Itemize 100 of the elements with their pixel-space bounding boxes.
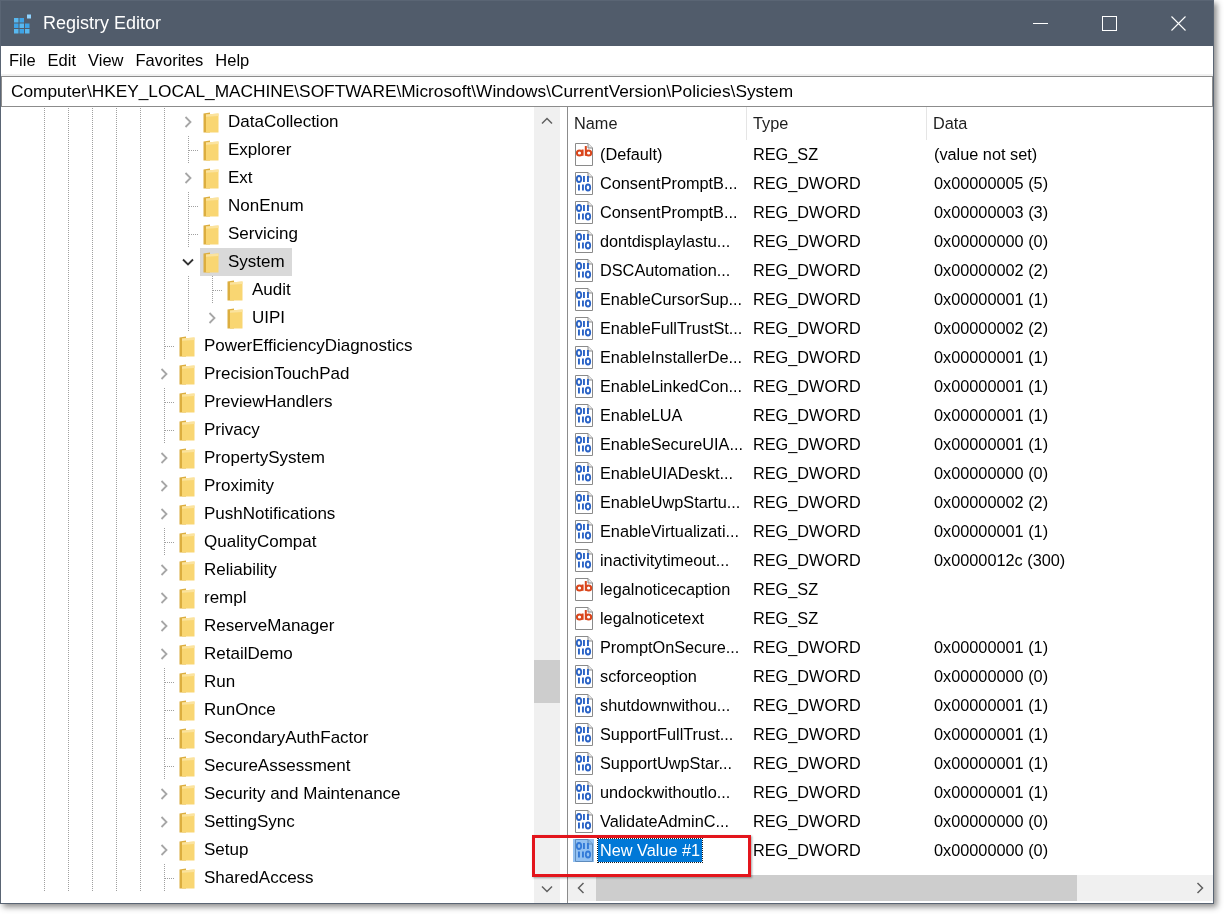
value-name[interactable]: SupportUwpStar... [598, 752, 735, 775]
tree-item[interactable]: Explorer [200, 136, 299, 164]
chevron-right-icon[interactable] [158, 620, 170, 632]
tree-item[interactable]: ReserveManager [176, 612, 342, 640]
tree-item[interactable]: QualityCompat [176, 528, 324, 556]
menu-item[interactable]: Edit [41, 48, 83, 72]
scrollbar-thumb[interactable] [596, 875, 1077, 901]
chevron-up-icon[interactable] [541, 115, 553, 127]
chevron-right-icon[interactable] [158, 648, 170, 660]
chevron-right-icon[interactable] [158, 816, 170, 828]
value-name[interactable]: SupportFullTrust... [598, 723, 736, 746]
value-name[interactable]: PromptOnSecure... [598, 636, 742, 659]
chevron-right-icon[interactable] [1194, 882, 1206, 894]
vertical-scrollbar[interactable] [534, 107, 560, 903]
value-name[interactable]: inactivitytimeout... [598, 549, 732, 572]
value-name[interactable]: EnableInstallerDe... [598, 346, 745, 369]
close-icon [1171, 16, 1186, 31]
value-name[interactable]: EnableCursorSup... [598, 288, 745, 311]
chevron-right-icon[interactable] [182, 116, 194, 128]
value-data: 0x00000001 (1) [934, 435, 1049, 454]
tree-item[interactable]: PowerEfficiencyDiagnostics [176, 332, 420, 360]
value-name[interactable]: (Default) [598, 143, 665, 166]
value-name[interactable]: EnableUIADeskt... [598, 462, 736, 485]
address-field[interactable]: Computer\HKEY_LOCAL_MACHINE\SOFTWARE\Microsoft\Windows\CurrentVersion\Policies\System [1, 76, 1213, 107]
chevron-right-icon[interactable] [158, 788, 170, 800]
tree-item[interactable]: Audit [224, 276, 298, 304]
binary-value-icon [572, 403, 595, 428]
tree-item[interactable]: Reliability [176, 556, 284, 584]
tree-item[interactable]: Setup [176, 836, 256, 864]
chevron-right-icon[interactable] [158, 452, 170, 464]
tree-item[interactable]: SecondaryAuthFactor [176, 724, 376, 752]
horizontal-scrollbar[interactable] [568, 875, 1213, 901]
tree-item[interactable]: PrecisionTouchPad [176, 360, 357, 388]
chevron-right-icon[interactable] [182, 172, 194, 184]
chevron-left-icon[interactable] [575, 882, 587, 894]
chevron-right-icon[interactable] [158, 592, 170, 604]
chevron-down-icon[interactable] [182, 256, 194, 268]
value-name[interactable]: legalnoticetext [598, 607, 707, 630]
tree-item[interactable]: System [200, 248, 292, 276]
folder-icon [203, 139, 219, 161]
value-name[interactable]: EnableUwpStartu... [598, 491, 743, 514]
value-type: REG_DWORD [753, 174, 861, 193]
tree-item[interactable]: PushNotifications [176, 500, 343, 528]
chevron-right-icon[interactable] [158, 844, 170, 856]
tree-item[interactable]: UIPI [224, 304, 293, 332]
tree-item[interactable]: SettingSync [176, 808, 302, 836]
value-name[interactable]: undockwithoutlo... [598, 781, 733, 804]
binary-value-icon [572, 809, 595, 834]
value-name[interactable]: ConsentPromptB... [598, 201, 740, 224]
value-type: REG_DWORD [753, 667, 861, 686]
tree-item[interactable]: Security and Maintenance [176, 780, 408, 808]
value-data: 0x00000001 (1) [934, 638, 1049, 657]
menu-item[interactable]: Help [209, 48, 256, 72]
value-name[interactable]: shutdownwithou... [598, 694, 733, 717]
tree-item[interactable]: NonEnum [200, 192, 311, 220]
value-name[interactable]: EnableLinkedCon... [598, 375, 745, 398]
tree-item[interactable]: DataCollection [200, 108, 346, 136]
string-value-icon [572, 142, 595, 167]
column-header[interactable]: Name [568, 107, 747, 140]
value-data: 0x00000000 (0) [934, 841, 1049, 860]
scrollbar-thumb[interactable] [534, 660, 560, 703]
chevron-right-icon[interactable] [158, 480, 170, 492]
column-header[interactable]: Data [927, 107, 1213, 140]
tree-item[interactable]: RetailDemo [176, 640, 300, 668]
menu-item[interactable]: File [3, 48, 42, 72]
folder-icon [179, 643, 195, 665]
value-name[interactable]: ConsentPromptB... [598, 172, 740, 195]
value-name[interactable]: EnableLUA [598, 404, 685, 427]
chevron-right-icon[interactable] [158, 368, 170, 380]
tree-item[interactable]: Servicing [200, 220, 305, 248]
binary-value-icon [572, 548, 595, 573]
value-name[interactable]: ValidateAdminC... [598, 810, 732, 833]
chevron-right-icon[interactable] [158, 564, 170, 576]
value-name[interactable]: DSCAutomation... [598, 259, 733, 282]
binary-value-icon [572, 229, 595, 254]
tree-item[interactable]: PropertySystem [176, 444, 332, 472]
chevron-right-icon[interactable] [158, 508, 170, 520]
value-name[interactable]: scforceoption [598, 665, 699, 688]
tree-item[interactable]: SecureAssessment [176, 752, 358, 780]
tree-item[interactable]: Run [176, 668, 243, 696]
value-name[interactable]: dontdisplaylastu... [598, 230, 733, 253]
column-header[interactable]: Type [747, 107, 927, 140]
tree-item[interactable]: RunOnce [176, 696, 283, 724]
value-name[interactable]: EnableFullTrustSt... [598, 317, 745, 340]
chevron-right-icon[interactable] [206, 312, 218, 324]
value-type: REG_DWORD [753, 841, 861, 860]
value-name[interactable]: legalnoticecaption [598, 578, 733, 601]
tree-item[interactable]: Proximity [176, 472, 281, 500]
menu-item[interactable]: View [82, 48, 130, 72]
tree-item[interactable]: Privacy [176, 416, 267, 444]
menu-item[interactable]: Favorites [129, 48, 210, 72]
tree-item[interactable]: rempl [176, 584, 254, 612]
value-name[interactable]: New Value #1 [598, 839, 703, 862]
binary-value-icon [572, 258, 595, 283]
binary-value-icon [572, 200, 595, 225]
tree-item[interactable]: PreviewHandlers [176, 388, 340, 416]
tree-item[interactable]: SharedAccess [176, 864, 321, 892]
tree-item[interactable]: Ext [200, 164, 260, 192]
value-name[interactable]: EnableVirtualizati... [598, 520, 742, 543]
value-name[interactable]: EnableSecureUIA... [598, 433, 745, 456]
